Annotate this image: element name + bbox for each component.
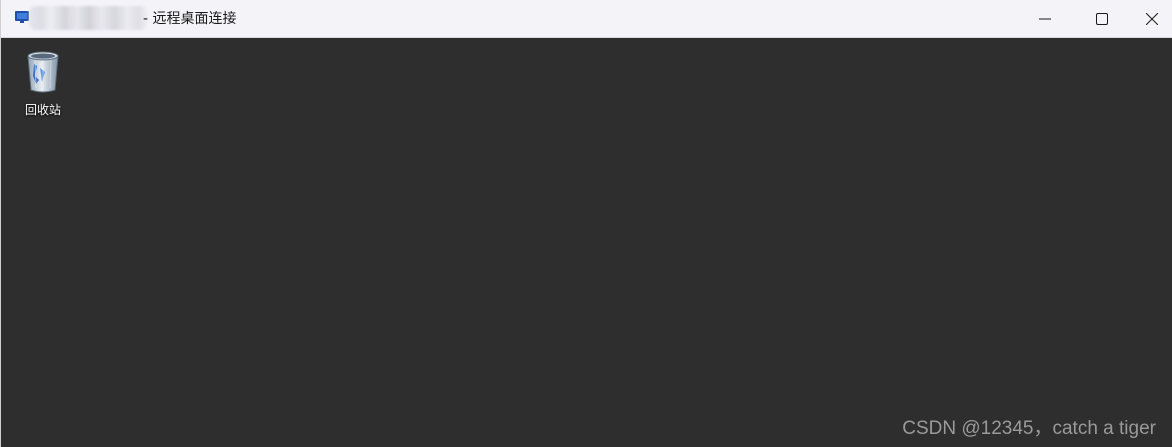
title-bar[interactable]: - 远程桌面连接 [1, 0, 1172, 38]
close-button[interactable] [1131, 0, 1172, 37]
close-icon [1146, 12, 1158, 25]
minimize-icon [1039, 18, 1051, 19]
recycle-bin-icon [27, 51, 59, 93]
window-title: - 远程桌面连接 [143, 11, 237, 27]
desktop-icon-recycle-bin[interactable]: 回收站 [13, 44, 73, 117]
maximize-icon [1096, 12, 1108, 25]
remote-desktop-area[interactable]: 回收站 [1, 38, 1172, 447]
desktop-icon-label: 回收站 [24, 103, 61, 117]
remote-desktop-app-icon [15, 11, 29, 23]
csdn-watermark: CSDN @12345，catch a tiger [902, 418, 1156, 439]
redacted-host-name [29, 6, 147, 30]
remote-desktop-window: - 远程桌面连接 回收站 CSDN @12345，catch a tiger [0, 0, 1172, 447]
maximize-button[interactable] [1074, 0, 1130, 37]
minimize-button[interactable] [1017, 0, 1073, 37]
